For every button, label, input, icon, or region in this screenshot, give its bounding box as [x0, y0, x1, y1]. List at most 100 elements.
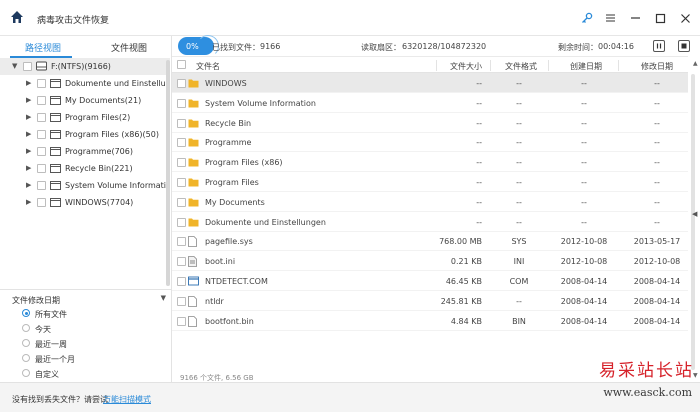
key-icon[interactable]: [580, 11, 594, 25]
date-filter-option[interactable]: 自定义: [22, 367, 162, 380]
view-tabs: 路径视图 文件视图: [0, 36, 172, 58]
table-row[interactable]: Program Files -- -- -- --: [172, 172, 688, 192]
radio-button[interactable]: [22, 339, 30, 347]
close-icon[interactable]: [678, 11, 692, 25]
home-icon[interactable]: [10, 10, 24, 24]
tree-checkbox[interactable]: [37, 113, 46, 122]
tree-item[interactable]: ▶ WINDOWS(7704): [0, 194, 170, 211]
tree-root-drive[interactable]: ▼ F:(NTFS)(9166): [0, 58, 170, 75]
date-filter-option[interactable]: 最近一周: [22, 337, 162, 350]
tree-checkbox[interactable]: [37, 130, 46, 139]
minimize-icon[interactable]: [628, 11, 642, 25]
radio-button[interactable]: [22, 309, 30, 317]
tree-item-label: My Documents(21): [65, 96, 142, 105]
table-row[interactable]: NTDETECT.COM 46.45 KB COM 2008-04-14 2008-04…: [172, 271, 688, 291]
scroll-up-icon[interactable]: ▲: [693, 60, 698, 67]
radio-button[interactable]: [22, 369, 30, 377]
row-checkbox[interactable]: [177, 316, 186, 326]
expand-right-icon[interactable]: ▶: [26, 113, 31, 121]
chevron-down-icon[interactable]: ▼: [161, 294, 166, 302]
table-row[interactable]: WINDOWS -- -- -- --: [172, 73, 688, 93]
cell-modified: 2012-10-08: [633, 257, 681, 267]
expand-right-icon[interactable]: ▶: [26, 130, 31, 138]
select-all-checkbox[interactable]: [177, 60, 186, 69]
row-checkbox[interactable]: [177, 237, 186, 247]
table-row[interactable]: bootfont.bin 4.84 KB BIN 2008-04-14 2008-04-…: [172, 311, 688, 331]
radio-button[interactable]: [22, 354, 30, 362]
radio-button[interactable]: [22, 324, 30, 332]
tree-checkbox[interactable]: [37, 198, 46, 207]
tree-item[interactable]: ▶ Program Files (x86)(50): [0, 126, 170, 143]
tab-path-view[interactable]: 路径视图: [25, 41, 61, 54]
table-row[interactable]: Recycle Bin -- -- -- --: [172, 113, 688, 133]
col-created[interactable]: 创建日期: [570, 61, 602, 72]
maximize-icon[interactable]: [653, 11, 667, 25]
row-checkbox[interactable]: [177, 197, 186, 207]
table-row[interactable]: Dokumente und Einstellungen -- -- -- --: [172, 212, 688, 232]
table-row[interactable]: pagefile.sys 768.00 MB SYS 2012-10-08 2013-0…: [172, 231, 688, 252]
tab-file-view[interactable]: 文件视图: [111, 41, 147, 54]
tree-checkbox[interactable]: [23, 62, 32, 71]
col-format[interactable]: 文件格式: [505, 61, 537, 72]
tree-item-label: WINDOWS(7704): [65, 198, 134, 207]
expand-right-icon[interactable]: ▶: [26, 96, 31, 104]
row-checkbox[interactable]: [177, 257, 186, 267]
expand-right-icon[interactable]: ▶: [26, 147, 31, 155]
radio-label: 最近一个月: [35, 355, 75, 364]
radio-label: 最近一周: [35, 340, 67, 349]
table-row[interactable]: Programme -- -- -- --: [172, 132, 688, 153]
tree-item[interactable]: ▶ System Volume Information(: [0, 177, 170, 194]
table-row[interactable]: System Volume Information -- -- -- --: [172, 93, 688, 113]
col-size[interactable]: 文件大小: [450, 61, 482, 72]
cell-size: --: [476, 98, 482, 108]
folder-icon: [50, 146, 61, 156]
row-checkbox[interactable]: [177, 118, 186, 128]
pause-button[interactable]: [653, 40, 665, 52]
table-scrollbar-thumb[interactable]: [691, 74, 695, 370]
row-checkbox[interactable]: [177, 158, 186, 168]
tree-item[interactable]: ▶ Program Files(2): [0, 109, 170, 126]
tree-checkbox[interactable]: [37, 164, 46, 173]
col-modified[interactable]: 修改日期: [641, 61, 673, 72]
tree-checkbox[interactable]: [37, 181, 46, 190]
row-checkbox[interactable]: [177, 217, 186, 227]
chevron-right-icon[interactable]: ◀: [692, 210, 697, 218]
table-row[interactable]: boot.ini 0.21 KB INI 2012-10-08 2012-10-08: [172, 251, 688, 272]
tree-item[interactable]: ▶ My Documents(21): [0, 92, 170, 109]
date-filter-option[interactable]: 最近一个月: [22, 352, 162, 365]
folder-icon: [50, 163, 61, 173]
row-checkbox[interactable]: [177, 79, 186, 88]
menu-icon[interactable]: [603, 11, 617, 25]
tree-item[interactable]: ▶ Programme(706): [0, 143, 170, 160]
cell-name: Program Files (x86): [205, 158, 283, 168]
app-title: 病毒攻击文件恢复: [37, 16, 110, 26]
expand-right-icon[interactable]: ▶: [26, 181, 31, 189]
expand-right-icon[interactable]: ▶: [26, 164, 31, 172]
expand-right-icon[interactable]: ▶: [26, 198, 31, 206]
col-name[interactable]: 文件名: [196, 61, 220, 72]
expand-right-icon[interactable]: ▶: [26, 79, 31, 87]
tree-checkbox[interactable]: [37, 96, 46, 105]
expand-down-icon[interactable]: ▼: [12, 62, 17, 70]
watermark: 易采站长站 www.easck.com: [582, 356, 696, 408]
table-row[interactable]: Program Files (x86) -- -- -- --: [172, 152, 688, 173]
cell-modified: --: [654, 197, 660, 207]
tree-scrollbar[interactable]: [166, 60, 170, 286]
stop-button[interactable]: [678, 40, 690, 52]
row-checkbox[interactable]: [177, 138, 186, 148]
row-checkbox[interactable]: [177, 296, 186, 306]
row-checkbox[interactable]: [177, 277, 186, 286]
cell-format: --: [516, 178, 522, 187]
table-row[interactable]: ntldr 245.81 KB -- 2008-04-14 2008-04-14: [172, 291, 688, 311]
folder-icon: [188, 197, 199, 207]
tree-item[interactable]: ▶ Dokumente und Einstellungen: [0, 75, 170, 92]
table-row[interactable]: My Documents -- -- -- --: [172, 192, 688, 212]
row-checkbox[interactable]: [177, 98, 186, 108]
date-filter-option[interactable]: 所有文件: [22, 307, 162, 320]
row-checkbox[interactable]: [177, 178, 186, 187]
tree-item[interactable]: ▶ Recycle Bin(221): [0, 160, 170, 177]
tree-checkbox[interactable]: [37, 79, 46, 88]
tree-checkbox[interactable]: [37, 147, 46, 156]
deep-scan-link[interactable]: 万能扫描模式: [103, 394, 151, 405]
date-filter-option[interactable]: 今天: [22, 322, 162, 335]
